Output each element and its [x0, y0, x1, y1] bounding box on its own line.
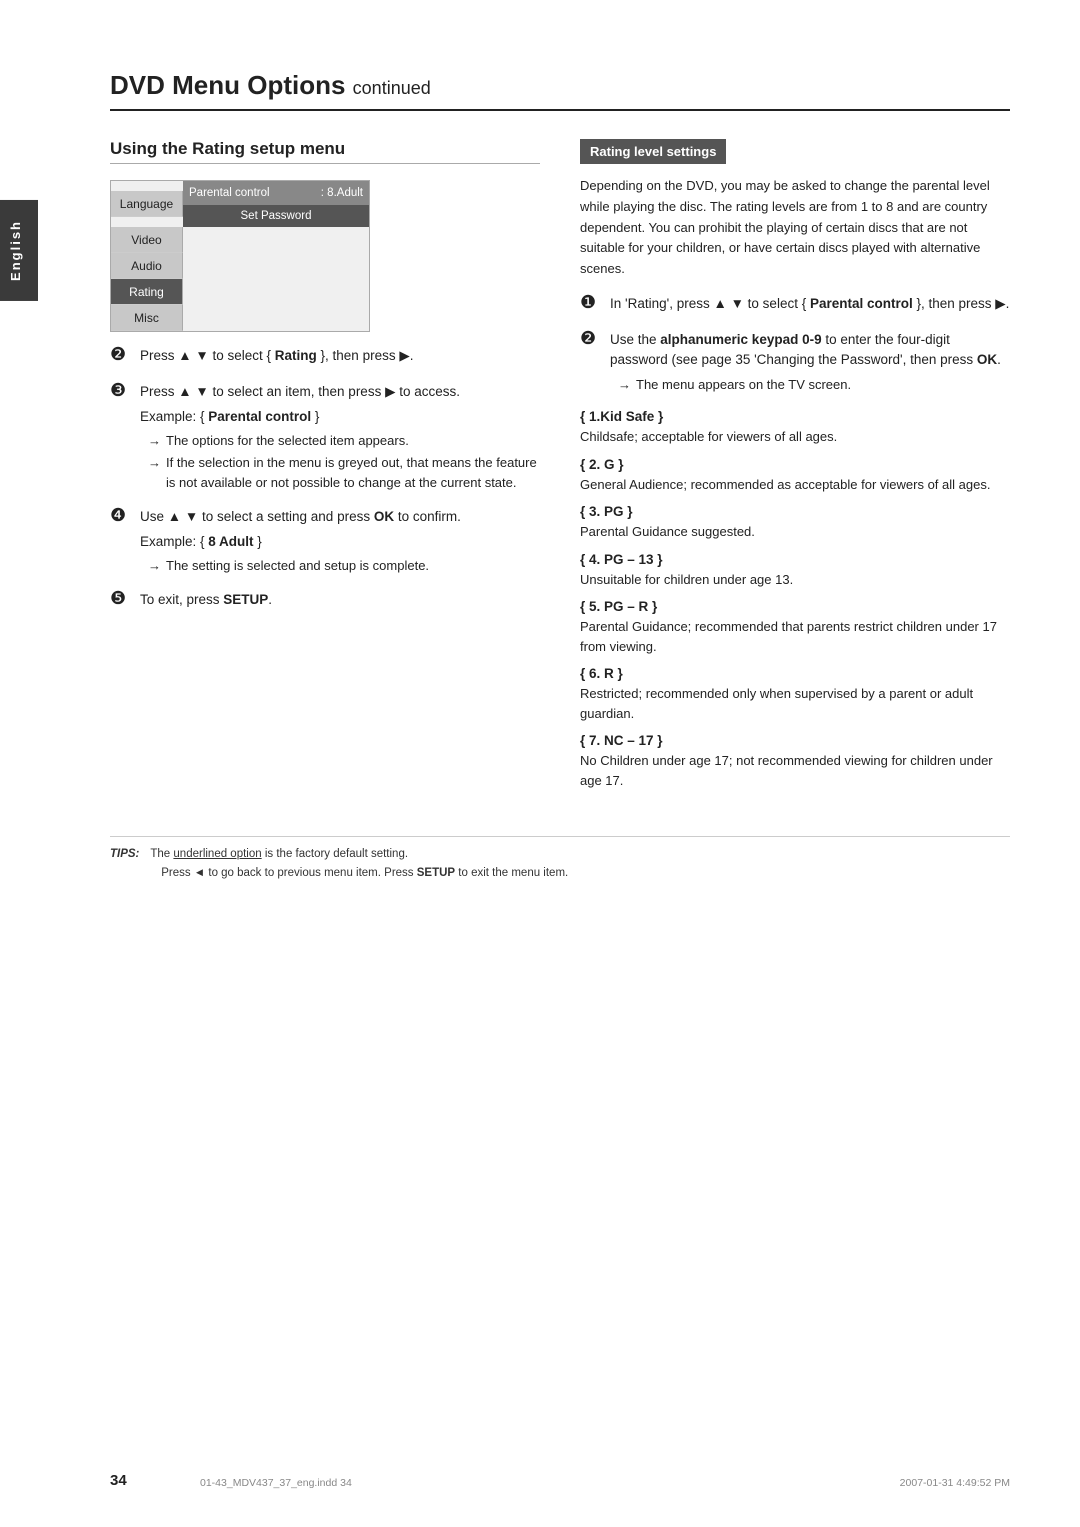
page-number: 34 [110, 1472, 127, 1489]
step-3-content: Press ▲ ▼ to select an item, then press … [140, 382, 540, 495]
right-step-2-num: ❷ [580, 328, 602, 349]
tips-box: TIPS: The underlined option is the facto… [110, 836, 1010, 882]
ratings-list: { 1.Kid Safe } Childsafe; acceptable for… [580, 409, 1010, 790]
page-wrapper: English DVD Menu Options continued Using… [0, 0, 1080, 1527]
rating-g: { 2. G } General Audience; recommended a… [580, 457, 1010, 495]
right-step-1: ❶ In 'Rating', press ▲ ▼ to select { Par… [580, 294, 1010, 318]
step-4-arrow1-text: The setting is selected and setup is com… [166, 556, 429, 576]
menu-row-rating: Rating [111, 279, 369, 305]
step-5-content: To exit, press SETUP. [140, 590, 540, 614]
step-5-num: ❺ [110, 588, 132, 609]
menu-content-language: Parental control : 8.Adult Set Password [183, 181, 369, 227]
rating-pg13-title: { 4. PG – 13 } [580, 552, 1010, 567]
page-title: DVD Menu Options continued [110, 70, 1010, 111]
right-step-1-content: In 'Rating', press ▲ ▼ to select { Paren… [610, 294, 1010, 318]
step-2-text: Press ▲ ▼ to select { Rating }, then pre… [140, 346, 540, 366]
step-2-content: Press ▲ ▼ to select { Rating }, then pre… [140, 346, 540, 370]
menu-row-video: Video [111, 227, 369, 253]
step-3: ❸ Press ▲ ▼ to select an item, then pres… [110, 382, 540, 495]
left-section-heading: Using the Rating setup menu [110, 139, 540, 164]
menu-row-audio: Audio [111, 253, 369, 279]
step-2-num: ❷ [110, 344, 132, 365]
footer-left: 01-43_MDV437_37_eng.indd 34 [200, 1477, 352, 1489]
step-4-num: ❹ [110, 505, 132, 526]
step-4: ❹ Use ▲ ▼ to select a setting and press … [110, 507, 540, 578]
step-3-example: Example: { Parental control } [140, 407, 540, 427]
tips-line1: TIPS: The underlined option is the facto… [110, 845, 1010, 863]
rating-intro: Depending on the DVD, you may be asked t… [580, 176, 1010, 280]
footer-right: 2007-01-31 4:49:52 PM [900, 1477, 1010, 1489]
right-step-2-content: Use the alphanumeric keypad 0-9 to enter… [610, 330, 1010, 397]
rating-pgr: { 5. PG – R } Parental Guidance; recomme… [580, 599, 1010, 656]
menu-sub-password: Set Password [183, 205, 369, 227]
menu-header-parental: Parental control : 8.Adult [183, 181, 369, 205]
step-4-content: Use ▲ ▼ to select a setting and press OK… [140, 507, 540, 578]
menu-row-misc: Misc [111, 305, 369, 331]
rating-pg: { 3. PG } Parental Guidance suggested. [580, 504, 1010, 542]
rating-level-header: Rating level settings [580, 139, 726, 164]
menu-label-language: Language [111, 191, 183, 217]
menu-label-rating: Rating [111, 279, 183, 305]
right-step-1-num: ❶ [580, 292, 602, 313]
step-3-arrow2: → If the selection in the menu is greyed… [148, 453, 540, 492]
step-3-arrow1-text: The options for the selected item appear… [166, 431, 409, 451]
rating-pg13: { 4. PG – 13 } Unsuitable for children u… [580, 552, 1010, 590]
rating-r-title: { 6. R } [580, 666, 1010, 681]
rating-pgr-title: { 5. PG – R } [580, 599, 1010, 614]
rating-r: { 6. R } Restricted; recommended only wh… [580, 666, 1010, 723]
two-col-layout: Using the Rating setup menu Language Par… [110, 139, 1010, 800]
rating-nc17: { 7. NC – 17 } No Children under age 17;… [580, 733, 1010, 790]
right-step-1-text: In 'Rating', press ▲ ▼ to select { Paren… [610, 294, 1010, 314]
step-4-example: Example: { 8 Adult } [140, 532, 540, 552]
step-3-arrow2-text: If the selection in the menu is greyed o… [166, 453, 540, 492]
step-5-text: To exit, press SETUP. [140, 590, 540, 610]
menu-item-parental: Parental control [189, 187, 270, 199]
tips-line2: Press ◄ to go back to previous menu item… [110, 864, 1010, 882]
menu-item-adult: : 8.Adult [321, 187, 363, 199]
rating-kid-safe-desc: Childsafe; acceptable for viewers of all… [580, 427, 1010, 447]
menu-label-misc: Misc [111, 305, 183, 331]
step-3-num: ❸ [110, 380, 132, 401]
arrow-icon-4: → [618, 375, 632, 395]
tips-text2: Press ◄ to go back to previous menu item… [161, 867, 568, 879]
rating-r-desc: Restricted; recommended only when superv… [580, 684, 1010, 723]
rating-nc17-desc: No Children under age 17; not recommende… [580, 751, 1010, 790]
step-4-text: Use ▲ ▼ to select a setting and press OK… [140, 507, 540, 527]
left-column: Using the Rating setup menu Language Par… [110, 139, 540, 800]
rating-kid-safe: { 1.Kid Safe } Childsafe; acceptable for… [580, 409, 1010, 447]
step-2: ❷ Press ▲ ▼ to select { Rating }, then p… [110, 346, 540, 370]
right-step-2-arrow: → The menu appears on the TV screen. [618, 375, 1010, 395]
title-main: DVD Menu Options [110, 70, 345, 100]
rating-g-title: { 2. G } [580, 457, 1010, 472]
right-step-2-arrow-text: The menu appears on the TV screen. [636, 375, 851, 395]
menu-label-audio: Audio [111, 253, 183, 279]
menu-row-language: Language Parental control : 8.Adult Set … [111, 181, 369, 227]
rating-pg13-desc: Unsuitable for children under age 13. [580, 570, 1010, 590]
rating-pgr-desc: Parental Guidance; recommended that pare… [580, 617, 1010, 656]
rating-pg-title: { 3. PG } [580, 504, 1010, 519]
title-continued: continued [353, 78, 431, 98]
tips-label: TIPS: [110, 848, 139, 860]
english-tab: English [0, 200, 38, 301]
footer: 01-43_MDV437_37_eng.indd 34 2007-01-31 4… [200, 1477, 1010, 1489]
rating-nc17-title: { 7. NC – 17 } [580, 733, 1010, 748]
step-3-arrow1: → The options for the selected item appe… [148, 431, 540, 451]
tips-text1: The underlined option is the factory def… [150, 848, 408, 860]
step-3-text: Press ▲ ▼ to select an item, then press … [140, 382, 540, 402]
rating-g-desc: General Audience; recommended as accepta… [580, 475, 1010, 495]
menu-label-video: Video [111, 227, 183, 253]
right-step-2: ❷ Use the alphanumeric keypad 0-9 to ent… [580, 330, 1010, 397]
step-5: ❺ To exit, press SETUP. [110, 590, 540, 614]
arrow-icon-1: → [148, 431, 162, 451]
menu-box: Language Parental control : 8.Adult Set … [110, 180, 370, 332]
rating-pg-desc: Parental Guidance suggested. [580, 522, 1010, 542]
right-step-2-text: Use the alphanumeric keypad 0-9 to enter… [610, 330, 1010, 371]
rating-kid-safe-title: { 1.Kid Safe } [580, 409, 1010, 424]
right-column: Rating level settings Depending on the D… [580, 139, 1010, 800]
arrow-icon-2: → [148, 453, 162, 492]
step-4-arrow1: → The setting is selected and setup is c… [148, 556, 540, 576]
menu-screenshot: Language Parental control : 8.Adult Set … [110, 180, 540, 332]
arrow-icon-3: → [148, 556, 162, 576]
